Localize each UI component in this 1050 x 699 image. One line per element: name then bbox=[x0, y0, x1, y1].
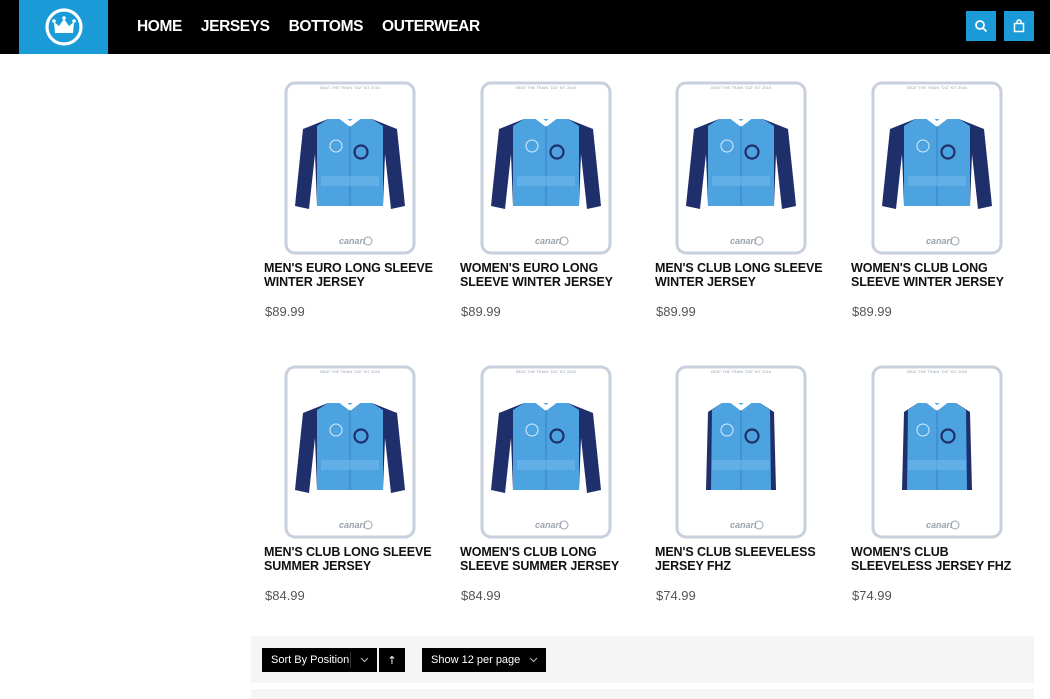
product-name[interactable]: WOMEN'S CLUB SLEEVELESS JERSEY FHZ bbox=[851, 545, 1029, 573]
limiter-select[interactable]: Show 12 per page bbox=[422, 648, 546, 672]
sort-by-label: Sort By bbox=[271, 654, 308, 666]
product-name[interactable]: WOMEN'S EURO LONG SLEEVE WINTER JERSEY bbox=[460, 261, 638, 289]
jersey-graphic bbox=[706, 398, 776, 490]
product-price: $89.99 bbox=[461, 304, 501, 319]
shopping-bag-icon bbox=[1013, 19, 1025, 33]
product-card[interactable]: BEAT THE TRAIN "DIZ" KIT 2016 canari WOME… bbox=[838, 76, 1018, 319]
maker-logo: canari bbox=[339, 236, 366, 246]
product-image[interactable]: BEAT THE TRAIN "DIZ" KIT 2016 canari bbox=[642, 360, 822, 540]
product-price: $84.99 bbox=[265, 588, 305, 603]
jersey-band bbox=[908, 460, 966, 470]
product-price: $84.99 bbox=[461, 588, 501, 603]
product-name[interactable]: WOMEN'S CLUB LONG SLEEVE WINTER JERSEY bbox=[851, 261, 1029, 289]
product-name[interactable]: MEN'S EURO LONG SLEEVE WINTER JERSEY bbox=[264, 261, 442, 289]
jersey-band bbox=[712, 176, 770, 186]
product-price: $89.99 bbox=[656, 304, 696, 319]
search-icon bbox=[975, 20, 988, 33]
product-price: $74.99 bbox=[852, 588, 892, 603]
nav-bottoms[interactable]: BOTTOMS bbox=[289, 18, 364, 36]
maker-logo: canari bbox=[730, 236, 757, 246]
crown-icon bbox=[44, 8, 83, 46]
product-card[interactable]: BEAT THE TRAIN "DIZ" KIT 2016 canari WOME… bbox=[447, 76, 627, 319]
maker-logo: canari bbox=[926, 520, 953, 530]
cart-button[interactable] bbox=[1004, 11, 1034, 41]
maker-logo: canari bbox=[339, 520, 366, 530]
product-image[interactable]: BEAT THE TRAIN "DIZ" KIT 2016 canari bbox=[251, 76, 431, 256]
kit-label: BEAT THE TRAIN "DIZ" KIT 2016 bbox=[907, 85, 968, 90]
nav-outerwear[interactable]: OUTERWEAR bbox=[382, 18, 480, 36]
search-button[interactable] bbox=[966, 11, 996, 41]
kit-label: BEAT THE TRAIN "DIZ" KIT 2016 bbox=[320, 85, 381, 90]
chevron-down-icon bbox=[360, 657, 369, 663]
maker-logo: canari bbox=[730, 520, 757, 530]
store-logo[interactable] bbox=[19, 0, 108, 54]
jersey-band bbox=[712, 460, 770, 470]
jersey-band bbox=[321, 176, 379, 186]
product-card[interactable]: BEAT THE TRAIN "DIZ" KIT 2016 canari WOME… bbox=[447, 360, 627, 603]
arrow-up-icon: ↑ bbox=[387, 653, 397, 667]
sort-direction-button[interactable]: ↑ bbox=[379, 648, 405, 672]
sort-by-value: Position bbox=[310, 654, 350, 666]
main-nav: HOME JERSEYS BOTTOMS OUTERWEAR bbox=[137, 0, 480, 54]
kit-label: BEAT THE TRAIN "DIZ" KIT 2016 bbox=[711, 369, 772, 374]
kit-label: BEAT THE TRAIN "DIZ" KIT 2016 bbox=[516, 85, 577, 90]
product-image[interactable]: BEAT THE TRAIN "DIZ" KIT 2016 canari bbox=[838, 76, 1018, 256]
chevron-down-icon bbox=[529, 657, 538, 663]
product-name[interactable]: WOMEN'S CLUB LONG SLEEVE SUMMER JERSEY bbox=[460, 545, 638, 573]
product-card[interactable]: BEAT THE TRAIN "DIZ" KIT 2016 canari MEN'… bbox=[642, 76, 823, 319]
product-name[interactable]: MEN'S CLUB SLEEVELESS JERSEY FHZ bbox=[655, 545, 833, 573]
product-price: $89.99 bbox=[265, 304, 305, 319]
jersey-band bbox=[517, 460, 575, 470]
nav-jerseys[interactable]: JERSEYS bbox=[201, 18, 270, 36]
product-card[interactable]: BEAT THE TRAIN "DIZ" KIT 2016 canari WOME… bbox=[838, 360, 1018, 603]
product-image[interactable]: BEAT THE TRAIN "DIZ" KIT 2016 canari bbox=[447, 76, 627, 256]
jersey-band bbox=[321, 460, 379, 470]
products-toolbar-bottom bbox=[251, 689, 1034, 699]
kit-label: BEAT THE TRAIN "DIZ" KIT 2016 bbox=[711, 85, 772, 90]
jersey-graphic bbox=[902, 398, 972, 490]
kit-label: BEAT THE TRAIN "DIZ" KIT 2016 bbox=[320, 369, 381, 374]
maker-logo: canari bbox=[535, 520, 562, 530]
kit-label: BEAT THE TRAIN "DIZ" KIT 2016 bbox=[516, 369, 577, 374]
product-image[interactable]: BEAT THE TRAIN "DIZ" KIT 2016 canari bbox=[838, 360, 1018, 540]
product-image[interactable]: BEAT THE TRAIN "DIZ" KIT 2016 canari bbox=[447, 360, 627, 540]
product-card[interactable]: BEAT THE TRAIN "DIZ" KIT 2016 canari MEN'… bbox=[251, 76, 433, 319]
product-name[interactable]: MEN'S CLUB LONG SLEEVE WINTER JERSEY bbox=[655, 261, 833, 289]
jersey-band bbox=[517, 176, 575, 186]
maker-logo: canari bbox=[926, 236, 953, 246]
product-card[interactable]: BEAT THE TRAIN "DIZ" KIT 2016 canari MEN'… bbox=[251, 360, 432, 603]
product-card[interactable]: BEAT THE TRAIN "DIZ" KIT 2016 canari MEN'… bbox=[642, 360, 822, 603]
jersey-band bbox=[908, 176, 966, 186]
product-price: $89.99 bbox=[852, 304, 892, 319]
maker-logo: canari bbox=[535, 236, 562, 246]
limiter-value: Show 12 per page bbox=[431, 654, 521, 666]
product-name[interactable]: MEN'S CLUB LONG SLEEVE SUMMER JERSEY bbox=[264, 545, 442, 573]
sort-by-select[interactable]: Sort By Position bbox=[262, 648, 377, 672]
product-image[interactable]: BEAT THE TRAIN "DIZ" KIT 2016 canari bbox=[642, 76, 822, 256]
product-image[interactable]: BEAT THE TRAIN "DIZ" KIT 2016 canari bbox=[251, 360, 431, 540]
select-divider bbox=[350, 652, 351, 668]
kit-label: BEAT THE TRAIN "DIZ" KIT 2016 bbox=[907, 369, 968, 374]
product-price: $74.99 bbox=[656, 588, 696, 603]
nav-home[interactable]: HOME bbox=[137, 18, 182, 36]
